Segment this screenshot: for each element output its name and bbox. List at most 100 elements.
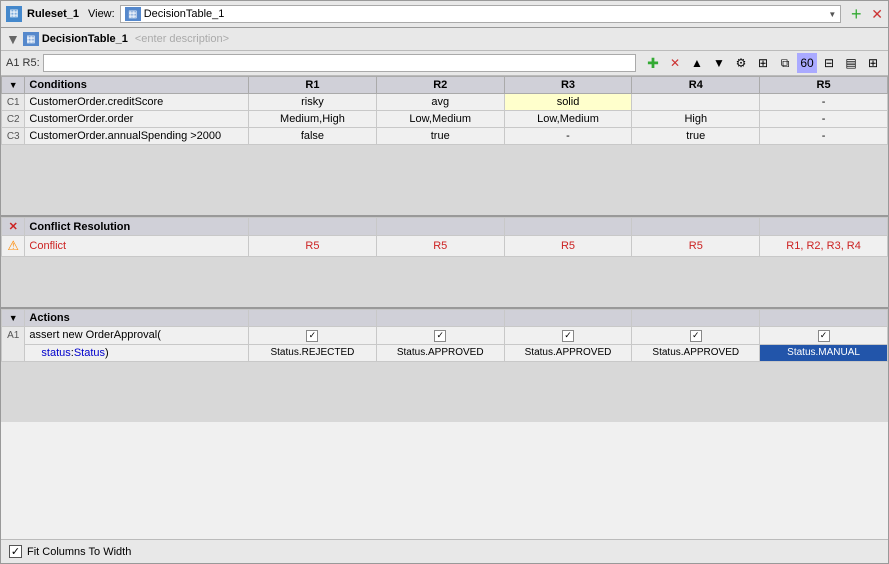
conditions-header-row: ▼ Conditions R1 R2 R3 R4 R5 (2, 77, 888, 94)
conditions-empty-area (1, 145, 888, 215)
ref-input[interactable] (43, 54, 636, 72)
view-btn4[interactable]: ⊞ (863, 53, 883, 73)
status-type: Status (74, 347, 105, 359)
conflict-r2: R5 (376, 236, 504, 257)
second-toolbar: ▼ ▦ DecisionTable_1 <enter description> (1, 28, 888, 51)
condition-c3-r1[interactable]: false (249, 128, 377, 145)
remove-view-button[interactable]: ✕ (871, 6, 883, 23)
actions-header-row: ▼ Actions (2, 310, 888, 327)
bottom-bar: ✓ Fit Columns To Width (1, 539, 888, 563)
conflict-label: Conflict (25, 236, 249, 257)
action-row: A1 assert new OrderApproval( ✓ ✓ ✓ ✓ (2, 327, 888, 345)
collapse-conflict-btn[interactable]: ✕ (2, 218, 25, 236)
condition-c1-r4[interactable] (632, 94, 760, 111)
conflict-section: ✕ Conflict Resolution ⚠ Conflic (1, 217, 888, 309)
delete-row-button[interactable]: ✕ (665, 53, 685, 73)
dropdown-arrow-icon[interactable]: ▼ (828, 10, 836, 19)
col-r3-header: R3 (504, 77, 632, 94)
conflict-r3-header (504, 218, 632, 236)
decision-table-icon: ▦ (125, 7, 141, 21)
add-row-button[interactable]: ✚ (643, 53, 663, 73)
fit-columns-label: Fit Columns To Width (27, 546, 131, 558)
view-btn3[interactable]: ▤ (841, 53, 861, 73)
action-a1-r4-val[interactable]: Status.APPROVED (632, 344, 760, 361)
condition-c3-r3[interactable]: - (504, 128, 632, 145)
conflict-empty-area (1, 257, 888, 307)
action-a1-r1-val[interactable]: Status.REJECTED (249, 344, 377, 361)
collapse-icon[interactable]: ▼ (6, 31, 20, 47)
view-label: View: (88, 8, 115, 20)
table-row: C1 CustomerOrder.creditScore risky avg s… (2, 94, 888, 111)
actions-r4-header (632, 310, 760, 327)
condition-c3-r4[interactable]: true (632, 128, 760, 145)
action-a1-r5-check[interactable]: ✓ (760, 327, 888, 345)
actions-r2-header (376, 310, 504, 327)
condition-c1-name[interactable]: CustomerOrder.creditScore (25, 94, 249, 111)
down-button[interactable]: ▼ (709, 53, 729, 73)
action-a1-sub[interactable]: status:Status) (25, 344, 249, 361)
action-a1-r2-check[interactable]: ✓ (376, 327, 504, 345)
conflict-warning-icon: ⚠ (2, 236, 25, 257)
conditions-col-header: Conditions (25, 77, 249, 94)
actions-r3-header (504, 310, 632, 327)
col-r5-header: R5 (760, 77, 888, 94)
conflict-table: ✕ Conflict Resolution ⚠ Conflic (1, 217, 888, 257)
collapse-conditions-btn[interactable]: ▼ (2, 77, 25, 94)
view-btn2[interactable]: ⊟ (819, 53, 839, 73)
conflict-r4: R5 (632, 236, 760, 257)
action-a1-r3-val[interactable]: Status.APPROVED (504, 344, 632, 361)
grid-button[interactable]: ⊞ (753, 53, 773, 73)
actions-col-header: Actions (25, 310, 249, 327)
condition-c1-r5[interactable]: - (760, 94, 888, 111)
action-a1-r3-check[interactable]: ✓ (504, 327, 632, 345)
condition-c2-r5[interactable]: - (760, 111, 888, 128)
copy-button[interactable]: ⧉ (775, 53, 795, 73)
top-toolbar: ▦ Ruleset_1 View: ▦ DecisionTable_1 ▼ + … (1, 1, 888, 28)
actions-r1-header (249, 310, 377, 327)
action-sub-row: status:Status) Status.REJECTED Status.AP… (2, 344, 888, 361)
add-view-button[interactable]: + (846, 4, 866, 24)
col-r4-header: R4 (632, 77, 760, 94)
condition-c2-r3[interactable]: Low,Medium (504, 111, 632, 128)
condition-c3-r2[interactable]: true (376, 128, 504, 145)
up-button[interactable]: ▲ (687, 53, 707, 73)
table-row: C2 CustomerOrder.order Medium,High Low,M… (2, 111, 888, 128)
actions-r5-header (760, 310, 888, 327)
col-r1-header: R1 (249, 77, 377, 94)
condition-c1-r1[interactable]: risky (249, 94, 377, 111)
action-a1-r5-val[interactable]: Status.MANUAL (760, 344, 888, 361)
conflict-r1: R5 (249, 236, 377, 257)
conflict-r2-header (376, 218, 504, 236)
action-a1-r1-check[interactable]: ✓ (249, 327, 377, 345)
condition-c1-r3[interactable]: solid (504, 94, 632, 111)
actions-table: ▼ Actions A1 assert new OrderApproval( (1, 309, 888, 362)
main-window: ▦ Ruleset_1 View: ▦ DecisionTable_1 ▼ + … (0, 0, 889, 564)
row-num-c2: C2 (2, 111, 25, 128)
condition-c2-r1[interactable]: Medium,High (249, 111, 377, 128)
condition-c2-r4[interactable]: High (632, 111, 760, 128)
condition-c1-r2[interactable]: avg (376, 94, 504, 111)
settings-button[interactable]: ⚙ (731, 53, 751, 73)
condition-c3-name[interactable]: CustomerOrder.annualSpending >2000 (25, 128, 249, 145)
row-num-a1: A1 (2, 327, 25, 362)
action-a1-r4-check[interactable]: ✓ (632, 327, 760, 345)
ref-toolbar-buttons: ✚ ✕ ▲ ▼ ⚙ ⊞ ⧉ 60 ⊟ ▤ ⊞ (643, 53, 883, 73)
condition-c2-r2[interactable]: Low,Medium (376, 111, 504, 128)
ruleset-label: Ruleset_1 (27, 8, 79, 20)
dt-description: <enter description> (135, 33, 229, 45)
view-selector[interactable]: ▦ DecisionTable_1 ▼ (120, 5, 842, 23)
condition-c2-name[interactable]: CustomerOrder.order (25, 111, 249, 128)
status-sub-label: status (41, 347, 70, 359)
action-a1-r2-val[interactable]: Status.APPROVED (376, 344, 504, 361)
actions-empty-area (1, 362, 888, 422)
conflict-col-header: Conflict Resolution (25, 218, 249, 236)
collapse-actions-btn[interactable]: ▼ (2, 310, 25, 327)
conflict-r5-header (760, 218, 888, 236)
condition-c3-r5[interactable]: - (760, 128, 888, 145)
actions-section: ▼ Actions A1 assert new OrderApproval( (1, 309, 888, 539)
conflict-r3: R5 (504, 236, 632, 257)
view-btn1[interactable]: 60 (797, 53, 817, 73)
conflict-r1-header (249, 218, 377, 236)
action-a1-name[interactable]: assert new OrderApproval( (25, 327, 249, 345)
fit-columns-checkbox[interactable]: ✓ (9, 545, 22, 558)
